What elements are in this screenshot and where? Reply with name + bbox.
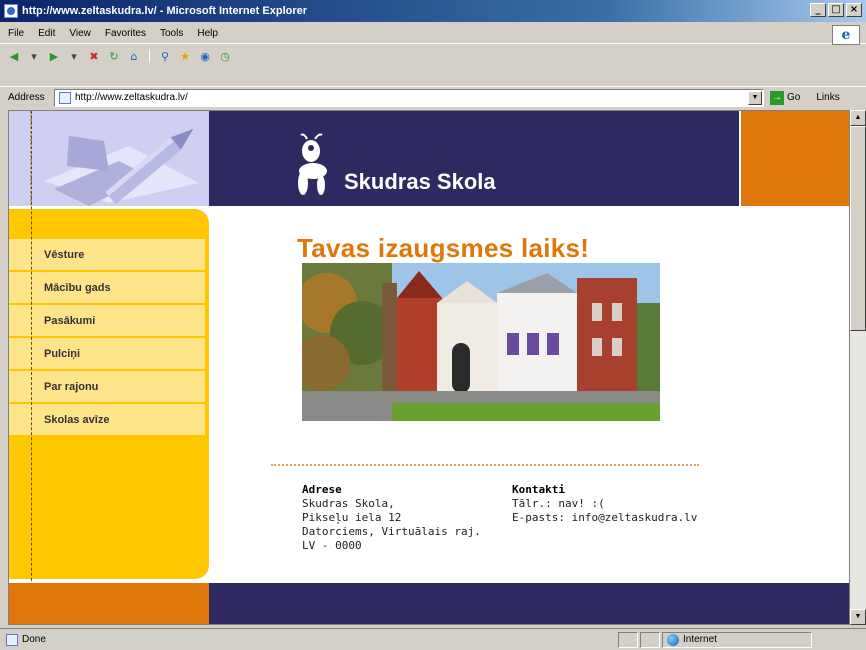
go-arrow-icon: → bbox=[770, 90, 784, 105]
nav-item-par-rajonu[interactable]: Par rajonu bbox=[9, 371, 205, 403]
menu-tools[interactable]: Tools bbox=[160, 28, 183, 39]
email-link[interactable]: E-pasts: info@zeltaskudra.lv bbox=[512, 511, 697, 525]
forward-icon[interactable]: ▶ bbox=[46, 48, 62, 64]
footer-orange-block bbox=[9, 583, 209, 624]
address-bar: Address ▼ → Go Links bbox=[0, 86, 866, 108]
address-block: Adrese Skudras Skola, Pikseļu iela 12 Da… bbox=[302, 483, 481, 553]
menu-view[interactable]: View bbox=[69, 28, 91, 39]
refresh-icon[interactable]: ↻ bbox=[106, 48, 122, 64]
back-icon[interactable]: ◀ bbox=[6, 48, 22, 64]
forward-dropdown-icon[interactable]: ▾ bbox=[66, 48, 82, 64]
contacts-block: Kontakti Tālr.: nav! :( E-pasts: info@ze… bbox=[512, 483, 697, 525]
history-icon[interactable]: ◷ bbox=[217, 48, 233, 64]
standard-toolbar: ◀ ▾ ▶ ▾ ✖ ↻ ⌂ ⚲ ★ ◉ ◷ bbox=[0, 46, 866, 66]
stop-icon[interactable]: ✖ bbox=[86, 48, 102, 64]
nav-item-skolas-avize[interactable]: Skolas avīze bbox=[9, 404, 205, 436]
nav-item-vesture[interactable]: Vēsture bbox=[9, 239, 205, 271]
address-line: Skudras Skola, bbox=[302, 497, 395, 510]
status-panel bbox=[618, 631, 638, 648]
security-zone: Internet bbox=[662, 631, 812, 648]
address-line: Datorciems, Virtuālais raj. bbox=[302, 525, 481, 538]
address-line: LV - 0000 bbox=[302, 539, 362, 552]
window-title: http://www.zeltaskudra.lv/ - Microsoft I… bbox=[22, 5, 308, 17]
status-text: Done bbox=[22, 634, 46, 645]
footer-navy-bar bbox=[209, 583, 849, 624]
ie-throbber-logo-icon: e bbox=[832, 25, 860, 45]
address-label: Address bbox=[8, 92, 45, 103]
search-icon[interactable]: ⚲ bbox=[157, 48, 173, 64]
contacts-heading: Kontakti bbox=[512, 483, 565, 496]
site-header-banner: Skudras Skola bbox=[209, 111, 739, 206]
links-button[interactable]: Links bbox=[816, 92, 839, 103]
menu-file[interactable]: File bbox=[8, 28, 24, 39]
menu-help[interactable]: Help bbox=[197, 28, 218, 39]
home-icon[interactable]: ⌂ bbox=[126, 48, 142, 64]
zone-label: Internet bbox=[683, 634, 717, 645]
favorites-star-icon[interactable]: ★ bbox=[177, 48, 193, 64]
address-heading: Adrese bbox=[302, 483, 342, 496]
page-icon bbox=[59, 91, 71, 104]
status-panel bbox=[640, 631, 660, 648]
status-area: Done bbox=[6, 633, 616, 646]
media-icon[interactable]: ◉ bbox=[197, 48, 213, 64]
school-building-photo bbox=[302, 263, 660, 421]
vertical-scrollbar[interactable]: ▲ ▼ bbox=[850, 110, 866, 625]
dotted-divider bbox=[271, 464, 699, 466]
close-button[interactable]: × bbox=[846, 3, 862, 17]
go-label: Go bbox=[787, 92, 801, 103]
status-bar: Done Internet bbox=[0, 628, 866, 650]
toolbar-separator bbox=[149, 49, 150, 63]
nav-item-pasakumi[interactable]: Pasākumi bbox=[9, 305, 205, 337]
sidebar-nav-panel: Vēsture Mācību gads Pasākumi Pulciņi Par… bbox=[9, 209, 209, 579]
maximize-button[interactable]: □ bbox=[828, 3, 844, 17]
tagline-heading: Tavas izaugsmes laiks! bbox=[297, 233, 590, 263]
dashed-guide-line bbox=[31, 111, 32, 624]
address-line: Pikseļu iela 12 bbox=[302, 511, 402, 524]
address-field[interactable]: ▼ bbox=[54, 88, 764, 107]
back-dropdown-icon[interactable]: ▾ bbox=[26, 48, 42, 64]
menu-favorites[interactable]: Favorites bbox=[105, 28, 146, 39]
page-viewport: Skudras Skola Vēsture Mācību gads Pasāku… bbox=[8, 110, 850, 625]
nav-item-macibu-gads[interactable]: Mācību gads bbox=[9, 272, 205, 304]
page-done-icon bbox=[6, 633, 18, 646]
menu-bar: File Edit View Favorites Tools Help e bbox=[0, 24, 866, 45]
pencil-paper-graphic bbox=[9, 111, 209, 206]
minimize-button[interactable]: _ bbox=[810, 3, 826, 17]
scroll-down-icon[interactable]: ▼ bbox=[850, 609, 866, 625]
site-logo-title[interactable]: Skudras Skola bbox=[344, 169, 496, 195]
scroll-up-icon[interactable]: ▲ bbox=[850, 110, 866, 126]
scroll-thumb[interactable] bbox=[850, 126, 866, 331]
nav-item-pulcini[interactable]: Pulciņi bbox=[9, 338, 205, 370]
url-input[interactable] bbox=[75, 92, 725, 103]
menu-edit[interactable]: Edit bbox=[38, 28, 55, 39]
window-controls: _ □ × bbox=[810, 3, 862, 17]
ant-logo-icon bbox=[298, 133, 327, 195]
title-bar: http://www.zeltaskudra.lv/ - Microsoft I… bbox=[0, 0, 866, 22]
ie-window-icon[interactable] bbox=[4, 4, 18, 18]
address-dropdown-icon[interactable]: ▼ bbox=[748, 90, 762, 105]
go-button[interactable]: → Go bbox=[770, 90, 801, 105]
phone-line: Tālr.: nav! :( bbox=[512, 497, 605, 510]
header-orange-block bbox=[741, 111, 849, 206]
nav-list: Vēsture Mācību gads Pasākumi Pulciņi Par… bbox=[9, 239, 205, 437]
globe-icon bbox=[667, 633, 679, 646]
